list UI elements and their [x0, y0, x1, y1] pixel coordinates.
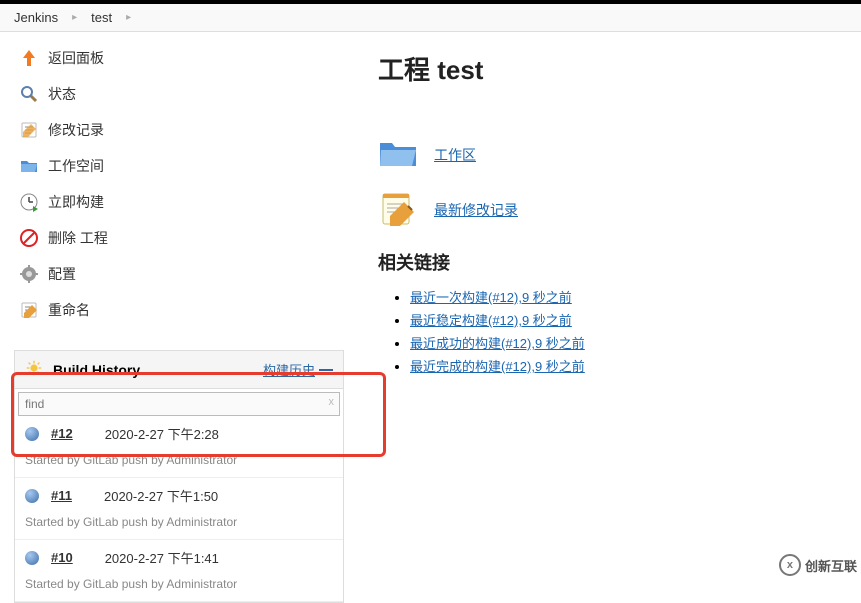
build-cause: Started by GitLab push by Administrator — [25, 453, 333, 467]
sidebar: 返回面板 状态 修改记录 工作空间 立即构建 — [0, 32, 360, 603]
watermark-text: 创新互联 — [805, 556, 857, 575]
breadcrumb-item[interactable]: Jenkins — [14, 10, 58, 25]
watermark: x 创新互联 — [779, 554, 857, 576]
build-history-panel: Build History 构建历史 x #12 2020-2-27 下午2:2… — [14, 350, 344, 603]
status-ball-icon — [25, 427, 39, 441]
sidebar-item-back[interactable]: 返回面板 — [14, 40, 360, 76]
search-input[interactable] — [18, 392, 340, 416]
folder-icon — [378, 137, 418, 172]
build-row[interactable]: #10 2020-2-27 下午1:41 Started by GitLab p… — [15, 540, 343, 602]
related-links-heading: 相关链接 — [378, 249, 861, 275]
sidebar-item-label: 重命名 — [48, 300, 90, 320]
workspace-link-row: 工作区 — [378, 137, 861, 172]
sidebar-item-label: 删除 工程 — [48, 228, 108, 248]
sidebar-item-rename[interactable]: 重命名 — [14, 292, 360, 328]
sidebar-item-label: 状态 — [48, 84, 76, 104]
sidebar-item-build-now[interactable]: 立即构建 — [14, 184, 360, 220]
status-ball-icon — [25, 489, 39, 503]
sidebar-item-label: 修改记录 — [48, 120, 104, 140]
clock-play-icon — [18, 191, 40, 213]
build-cause: Started by GitLab push by Administrator — [25, 515, 333, 529]
sidebar-item-configure[interactable]: 配置 — [14, 256, 360, 292]
sidebar-item-label: 工作空间 — [48, 156, 104, 176]
page-title: 工程 test — [378, 50, 861, 87]
build-number-link[interactable]: #12 — [51, 426, 73, 441]
breadcrumb-item[interactable]: test — [91, 10, 112, 25]
up-arrow-icon — [18, 47, 40, 69]
sun-icon — [25, 359, 43, 380]
build-history-title: Build History — [53, 362, 140, 378]
build-number-link[interactable]: #11 — [51, 488, 72, 503]
gear-icon — [18, 263, 40, 285]
chevron-right-icon: ▸ — [72, 12, 77, 23]
related-link[interactable]: 最近稳定构建(#12),9 秒之前 — [410, 313, 572, 328]
build-row[interactable]: #11 2020-2-27 下午1:50 Started by GitLab p… — [15, 478, 343, 540]
build-trend-link[interactable]: 构建历史 — [263, 360, 333, 379]
build-date: 2020-2-27 下午2:28 — [105, 424, 219, 443]
folder-icon — [18, 155, 40, 177]
sidebar-item-changes[interactable]: 修改记录 — [14, 112, 360, 148]
chevron-right-icon: ▸ — [126, 12, 131, 23]
build-cause: Started by GitLab push by Administrator — [25, 577, 333, 591]
changes-link-row: 最新修改记录 — [378, 190, 861, 229]
workspace-link[interactable]: 工作区 — [434, 145, 476, 165]
notepad-icon — [18, 119, 40, 141]
build-number-link[interactable]: #10 — [51, 550, 73, 565]
rename-icon — [18, 299, 40, 321]
related-link[interactable]: 最近一次构建(#12),9 秒之前 — [410, 290, 572, 305]
sidebar-item-delete[interactable]: 删除 工程 — [14, 220, 360, 256]
breadcrumb: Jenkins ▸ test ▸ — [0, 4, 861, 32]
changes-link[interactable]: 最新修改记录 — [434, 200, 518, 220]
build-date: 2020-2-27 下午1:41 — [105, 548, 219, 567]
sidebar-item-status[interactable]: 状态 — [14, 76, 360, 112]
related-links-list: 最近一次构建(#12),9 秒之前 最近稳定构建(#12),9 秒之前 最近成功… — [410, 287, 861, 375]
sidebar-item-label: 返回面板 — [48, 48, 104, 68]
magnifier-icon — [18, 83, 40, 105]
trend-icon — [319, 369, 333, 371]
sidebar-item-workspace[interactable]: 工作空间 — [14, 148, 360, 184]
build-history-header: Build History 构建历史 — [15, 351, 343, 389]
clear-icon[interactable]: x — [329, 396, 335, 408]
status-ball-icon — [25, 551, 39, 565]
build-history-search: x — [18, 392, 340, 416]
no-entry-icon — [18, 227, 40, 249]
sidebar-item-label: 立即构建 — [48, 192, 104, 212]
build-row[interactable]: #12 2020-2-27 下午2:28 Started by GitLab p… — [15, 416, 343, 478]
sidebar-item-label: 配置 — [48, 264, 76, 284]
related-link[interactable]: 最近成功的构建(#12),9 秒之前 — [410, 336, 585, 351]
main-content: 工程 test 工作区 最新修改记录 相关链接 最近一次构建(#12),9 秒之… — [360, 32, 861, 603]
notepad-icon — [378, 190, 418, 229]
build-date: 2020-2-27 下午1:50 — [104, 486, 218, 505]
watermark-icon: x — [779, 554, 801, 576]
related-link[interactable]: 最近完成的构建(#12),9 秒之前 — [410, 359, 585, 374]
